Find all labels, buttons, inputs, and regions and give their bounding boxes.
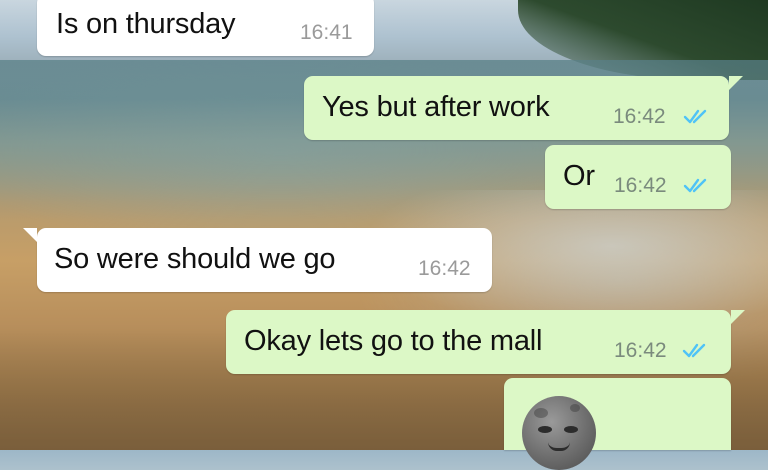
message-outgoing[interactable]: Okay lets go to the mall 16:42 [226,310,745,374]
double-check-icon [683,178,707,193]
double-check-icon [683,109,707,124]
message-outgoing-emoji[interactable] [504,378,731,470]
message-text: Or [563,160,595,192]
message-time: 16:41 [300,21,353,44]
message-time: 16:42 [418,257,471,280]
wallpaper-trees [518,0,768,80]
bubble-tail [729,76,743,90]
message-text: Is on thursday [56,8,236,40]
message-text: Okay lets go to the mall [244,325,543,357]
message-time: 16:42 [614,174,667,197]
message-time: 16:42 [614,339,667,362]
message-time: 16:42 [613,105,666,128]
message-incoming[interactable]: Is on thursday 16:41 [37,0,374,56]
bubble-tail [23,228,37,242]
double-check-icon [682,343,706,358]
message-incoming[interactable]: So were should we go 16:42 [23,228,492,292]
bubble-tail [731,310,745,324]
message-outgoing[interactable]: Yes but after work 16:42 [304,76,743,140]
message-text: So were should we go [54,243,336,275]
new-moon-face-icon [522,396,596,470]
message-text: Yes but after work [322,91,550,123]
message-outgoing[interactable]: Or 16:42 [545,145,731,209]
